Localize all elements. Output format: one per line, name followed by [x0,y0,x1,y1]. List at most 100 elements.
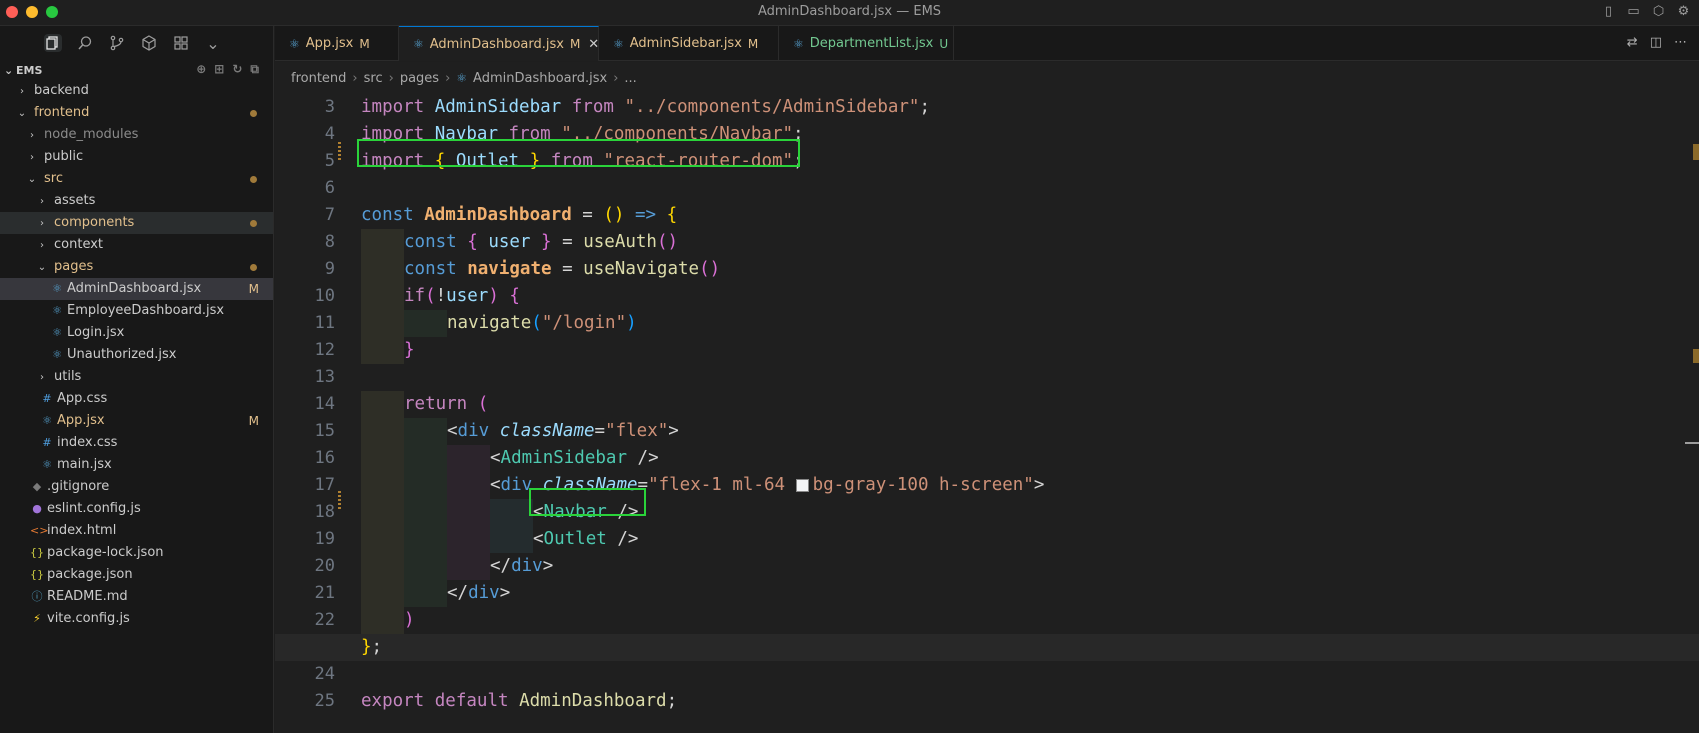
tree-item-label: README.md [47,589,128,604]
react-file-icon: ⚛ [289,36,300,51]
line-number: 18 [314,502,335,522]
code-line: </div> [361,580,1699,607]
line-number: 3 [324,97,335,117]
tree-file-eslint-config-js[interactable]: ● eslint.config.js [0,498,273,520]
tree-folder-components[interactable]: › components [0,212,273,234]
tree-folder-node-modules[interactable]: › node_modules [0,124,273,146]
tree-file-index-css[interactable]: # index.css [0,432,273,454]
git-file-icon: ◆ [32,480,42,493]
tree-file-employeedashboard-jsx[interactable]: ⚛ EmployeeDashboard.jsx [0,300,273,322]
search-icon[interactable] [76,34,94,52]
tree-file-login-jsx[interactable]: ⚛ Login.jsx [0,322,273,344]
tree-item-label: pages [54,259,94,274]
toggle-panel-icon[interactable]: ▭ [1626,4,1641,19]
code-line: if(!user) { [361,283,1699,310]
breadcrumb-item[interactable]: ... [624,71,636,86]
tree-item-label: App.jsx [57,413,105,428]
code-line: <AdminSidebar /> [361,445,1699,472]
settings-gear-icon[interactable]: ⚙ [1676,4,1691,19]
tree-item-label: EmployeeDashboard.jsx [67,303,225,318]
tree-file-package-json[interactable]: {} package.json [0,564,273,586]
activity-bar: ⌄ [0,26,273,60]
chevron-right-icon: › [40,240,44,251]
react-file-icon: ⚛ [52,348,62,361]
tab-app-jsx[interactable]: ⚛ App.jsx M [275,26,399,61]
react-file-icon: ⚛ [613,36,624,51]
react-file-icon: ⚛ [52,326,62,339]
file-tree: › backend ⌄ frontend › node_modules › public ⌄ sr… [0,80,273,630]
tree-folder-utils[interactable]: › utils [0,366,273,388]
chevron-right-icon: › [40,372,44,383]
breadcrumb-item[interactable]: pages [400,71,439,86]
tree-folder-backend[interactable]: › backend [0,80,273,102]
git-status-badge: M [248,414,259,428]
breadcrumb-item[interactable]: AdminDashboard.jsx [473,71,607,86]
tree-file-app-jsx[interactable]: ⚛ App.jsx M [0,410,273,432]
refresh-icon[interactable]: ↻ [232,62,242,77]
modified-line-gutter-marker [338,142,341,160]
tree-folder-frontend[interactable]: ⌄ frontend [0,102,273,124]
tab-git-status: M [359,36,370,51]
extensions-icon[interactable] [172,34,190,52]
tree-file-package-lock-json[interactable]: {} package-lock.json [0,542,273,564]
split-editor-icon[interactable]: ◫ [1650,35,1662,50]
tab-git-status: M [569,37,581,51]
tree-file--gitignore[interactable]: ◆ .gitignore [0,476,273,498]
tree-file-unauthorized-jsx[interactable]: ⚛ Unauthorized.jsx [0,344,273,366]
tab-departmentlist-jsx[interactable]: ⚛ DepartmentList.jsx U [779,26,954,61]
tree-folder-public[interactable]: › public [0,146,273,168]
chevron-right-icon: › [30,152,34,163]
tree-file-admindashboard-jsx[interactable]: ⚛ AdminDashboard.jsx M [0,278,273,300]
copilot-icon[interactable]: ⬡ [1651,4,1666,19]
tree-folder-context[interactable]: › context [0,234,273,256]
code-editor[interactable]: 345678910111213141516171819202122232425 … [275,94,1699,733]
code-line: <div className="flex"> [361,418,1699,445]
tree-folder-pages[interactable]: ⌄ pages [0,256,273,278]
source-control-icon[interactable] [108,34,126,52]
tab-label: AdminSidebar.jsx [629,36,742,51]
tree-file-app-css[interactable]: # App.css [0,388,273,410]
line-number: 5 [324,151,335,171]
explorer-files-icon[interactable] [44,34,62,52]
react-file-icon: ⚛ [52,282,62,295]
toggle-primary-sidebar-icon[interactable]: ▯ [1601,4,1616,19]
breadcrumb-item[interactable]: frontend [291,71,346,86]
color-swatch-icon[interactable] [795,478,809,492]
tree-folder-assets[interactable]: › assets [0,190,273,212]
close-icon[interactable]: ✕ [588,37,599,52]
modified-dot-icon [250,264,257,271]
more-actions-icon[interactable]: ⋯ [1674,35,1687,50]
code-line: import AdminSidebar from "../components/… [361,97,931,117]
code-line: const navigate = useNavigate() [361,256,1699,283]
tab-label: DepartmentList.jsx [809,36,934,51]
explorer-root-header[interactable]: ⌄ EMS ⊕ ⊞ ↻ ⧉ [0,60,273,80]
tree-file-main-jsx[interactable]: ⚛ main.jsx [0,454,273,476]
json-file-icon: {} [30,546,44,559]
run-debug-icon[interactable] [140,34,158,52]
new-folder-icon[interactable]: ⊞ [214,62,224,77]
open-changes-icon[interactable]: ⇄ [1627,35,1638,50]
code-content[interactable]: import AdminSidebar from "../components/… [275,94,1699,715]
tab-admindashboard-jsx[interactable]: ⚛ AdminDashboard.jsx M ✕ [399,26,599,61]
modified-line-gutter-marker [338,491,341,509]
tree-item-label: node_modules [44,127,139,142]
more-views-chevron-down-icon[interactable]: ⌄ [204,34,222,53]
code-line: <div className="flex-1 ml-64 bg-gray-100… [361,472,1699,499]
tree-item-label: utils [54,369,82,384]
line-number: 21 [314,583,335,603]
chevron-right-icon: › [40,196,44,207]
collapse-all-icon[interactable]: ⧉ [250,62,259,77]
new-file-icon[interactable]: ⊕ [196,62,206,77]
breadcrumb-item[interactable]: src [364,71,383,86]
breadcrumb-separator-icon: › [445,70,451,86]
tree-file-index-html[interactable]: <>index.html [0,520,273,542]
code-line: navigate("/login") [361,310,1699,337]
tree-file-vite-config-js[interactable]: ⚡ vite.config.js [0,608,273,630]
tree-item-label: vite.config.js [47,611,130,626]
tree-folder-src[interactable]: ⌄ src [0,168,273,190]
tree-item-label: package.json [47,567,133,582]
tab-adminsidebar-jsx[interactable]: ⚛ AdminSidebar.jsx M [599,26,779,61]
tree-file-readme-md[interactable]: ⓘ README.md [0,586,273,608]
code-line: export default AdminDashboard; [361,691,678,711]
